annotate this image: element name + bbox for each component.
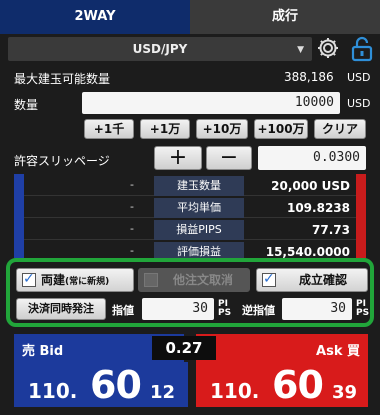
table-row: - 建玉数量 20,000 USD <box>24 176 356 196</box>
add-10k-button[interactable]: +1万 <box>140 119 190 139</box>
ask-price-prefix: 110. <box>210 379 260 403</box>
row-value: 20,000 USD <box>271 179 350 193</box>
clear-button[interactable]: クリア <box>314 119 366 139</box>
checkbox-box: ✓ <box>22 271 36 287</box>
table-row: - 評価損益 15,540.0000 <box>24 242 356 258</box>
spread-value: 0.27 <box>152 336 216 360</box>
table-row: - 平均単価 109.8238 <box>24 198 356 218</box>
limit-label: 指値 <box>112 304 134 317</box>
settle-order-button[interactable]: 決済同時発注 <box>16 298 106 320</box>
stop-pips-input[interactable]: 30 <box>282 298 352 320</box>
bid-side-value: - <box>130 178 134 191</box>
caret-down-icon: ▼ <box>297 45 304 55</box>
checkbox-box <box>144 273 158 287</box>
slippage-minus-button[interactable]: − <box>206 146 252 170</box>
slippage-plus-button[interactable]: + <box>154 146 202 170</box>
bid-price-pip: 12 <box>150 382 176 403</box>
row-label: 建玉数量 <box>154 176 244 196</box>
stop-pips-unit: PI PS <box>356 299 370 318</box>
currency-pair-select[interactable]: USD/JPY ▼ <box>8 37 312 61</box>
order-type-tabs: 2WAY 成行 <box>0 0 380 34</box>
row-value: 77.73 <box>312 223 350 237</box>
bid-side-bar <box>14 174 24 258</box>
ask-price-big: 60 <box>272 363 324 407</box>
gear-icon[interactable] <box>316 36 340 60</box>
qty-label: 数量 <box>14 98 39 112</box>
row-label: 平均単価 <box>154 198 244 218</box>
ask-header: Ask 買 <box>196 334 368 362</box>
position-table: - 建玉数量 20,000 USD - 平均単価 109.8238 - 損益PI… <box>14 174 366 258</box>
check-icon: ✓ <box>263 271 275 287</box>
buy-ask-button[interactable]: 110. 60 39 <box>196 362 368 407</box>
order-options-box: ✓ 両建(常に新規) 他注文取消 ✓ 成立確認 決済同時発注 指値 30 PI P… <box>6 258 374 327</box>
max-qty-unit: USD <box>347 71 371 84</box>
lock-icon[interactable] <box>350 36 374 62</box>
qty-input[interactable]: 10000 <box>82 92 340 114</box>
bid-side-value: - <box>130 244 134 257</box>
cancel-other-orders-label: 他注文取消 <box>173 273 234 287</box>
max-qty-label: 最大建玉可能数量 <box>14 72 111 86</box>
add-1m-button[interactable]: +100万 <box>254 119 308 139</box>
both-build-checkbox[interactable]: ✓ 両建(常に新規) <box>16 268 134 292</box>
limit-pips-unit: PI PS <box>218 299 232 318</box>
bid-label: 売 Bid <box>22 344 64 359</box>
max-qty-value: 388,186 <box>284 70 334 84</box>
slippage-label: 許容スリッページ <box>14 154 110 168</box>
add-1k-button[interactable]: +1千 <box>84 119 134 139</box>
bid-price-prefix: 110. <box>28 379 78 403</box>
table-row: - 損益PIPS 77.73 <box>24 220 356 240</box>
slippage-input[interactable]: 0.0300 <box>258 146 366 170</box>
both-build-label: 両建(常に新規) <box>41 273 110 287</box>
row-label: 損益PIPS <box>154 220 244 240</box>
cancel-other-orders-checkbox[interactable]: 他注文取消 <box>138 268 250 292</box>
bid-side-value: - <box>130 222 134 235</box>
ask-label: Ask 買 <box>316 344 360 359</box>
currency-pair-label: USD/JPY <box>132 42 188 56</box>
bid-side-value: - <box>130 200 134 213</box>
order-panel: 2WAY 成行 USD/JPY ▼ 最大建玉可能数量 388,186 USD 数… <box>0 0 380 415</box>
check-icon: ✓ <box>23 271 35 287</box>
ask-side-bar <box>356 174 366 258</box>
ask-price-pip: 39 <box>332 382 358 403</box>
fill-confirm-checkbox[interactable]: ✓ 成立確認 <box>256 268 368 292</box>
checkbox-box: ✓ <box>262 271 276 287</box>
bid-price-big: 60 <box>90 363 142 407</box>
row-label: 評価損益 <box>154 242 244 258</box>
row-value: 15,540.0000 <box>265 245 350 258</box>
row-value: 109.8238 <box>286 201 350 215</box>
tab-market[interactable]: 成行 <box>190 0 380 34</box>
tab-2way[interactable]: 2WAY <box>0 0 190 34</box>
sell-bid-button[interactable]: 110. 60 12 <box>14 362 188 407</box>
stop-label: 逆指値 <box>242 304 275 317</box>
limit-pips-input[interactable]: 30 <box>142 298 214 320</box>
add-100k-button[interactable]: +10万 <box>196 119 248 139</box>
qty-unit: USD <box>347 97 371 110</box>
fill-confirm-label: 成立確認 <box>299 273 348 287</box>
